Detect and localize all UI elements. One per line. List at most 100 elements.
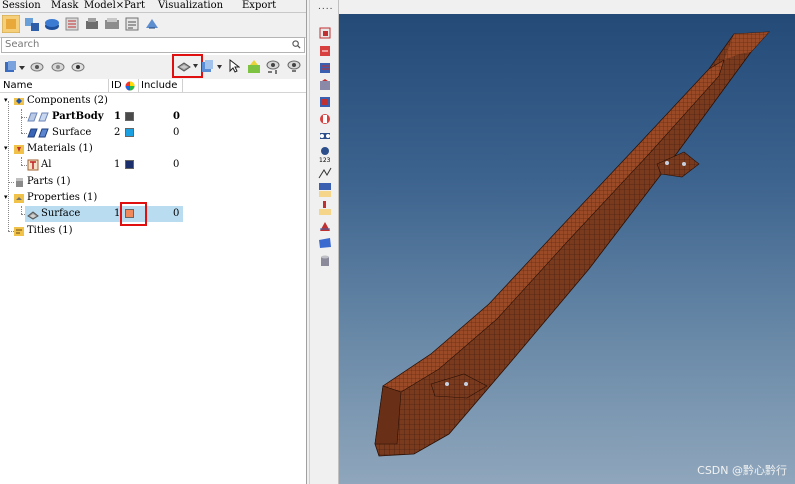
tree-node-al[interactable]: Al 1 0 (0, 157, 183, 173)
show-icon[interactable] (29, 59, 45, 75)
material-view-icon[interactable] (64, 16, 80, 32)
color-swatch[interactable] (125, 112, 134, 121)
toolbar-grip-icon[interactable]: .... (318, 2, 333, 12)
chevron-down-icon[interactable] (19, 66, 25, 70)
surface-component-icon (27, 128, 49, 138)
part-view-icon[interactable] (84, 16, 100, 32)
3d-viewport[interactable]: CSDN @黔心黔行 (339, 14, 795, 484)
tab-part[interactable]: Part (124, 0, 145, 12)
measure-icon[interactable] (318, 166, 332, 180)
tree-line (21, 206, 22, 214)
tree-node-partbody[interactable]: PartBody 1 0 (0, 109, 183, 125)
tab-model-label: Model (84, 0, 116, 11)
close-icon[interactable]: × (116, 0, 124, 11)
tree-node-label: Properties (1) (27, 192, 98, 203)
search-input[interactable]: Search (1, 37, 305, 53)
column-divider[interactable] (182, 79, 183, 92)
tab-model[interactable]: Model× (84, 0, 124, 12)
column-name[interactable]: Name (3, 79, 33, 92)
tree-node-label: Materials (1) (27, 143, 93, 154)
tree-node-components[interactable]: ▾ Components (2) (0, 93, 183, 109)
label-abc-icon[interactable] (318, 182, 332, 198)
include-view-icon[interactable] (144, 16, 160, 32)
column-divider[interactable] (108, 79, 109, 92)
cut-plane-icon[interactable] (318, 112, 332, 126)
components-icon (14, 98, 24, 105)
hide-all-icon[interactable] (286, 58, 302, 74)
tree-node-materials[interactable]: ▾ Materials (1) (0, 141, 183, 157)
node-include: 0 (173, 127, 180, 138)
node-id: 2 (114, 127, 121, 138)
node-include: 0 (173, 159, 180, 170)
numbering-icon[interactable]: 123 (318, 146, 332, 164)
column-id[interactable]: ID (111, 79, 122, 92)
solid-view-icon[interactable] (44, 16, 60, 32)
transparency-icon[interactable] (201, 59, 215, 73)
tree-node-label: Surface (41, 208, 81, 219)
tree-node-label: Parts (1) (27, 176, 71, 187)
column-divider[interactable] (138, 79, 139, 92)
chevron-down-icon[interactable] (217, 65, 222, 69)
color-swatch[interactable] (125, 160, 134, 169)
tree-node-parts[interactable]: Parts (1) (0, 174, 183, 190)
materials-icon (14, 145, 24, 154)
partbody-component-icon (27, 112, 49, 122)
transform-icon[interactable] (318, 129, 332, 143)
assembly-view-icon[interactable] (24, 16, 40, 32)
column-include[interactable]: Include (141, 79, 177, 92)
svg-text:123: 123 (319, 157, 331, 164)
collapse-icon[interactable]: ▾ (4, 96, 8, 104)
view-cube-icon[interactable] (318, 26, 332, 40)
mesh-model[interactable] (339, 14, 795, 484)
properties-icon (14, 194, 24, 203)
tree-node-label: Surface (52, 127, 92, 138)
browser-tabs: Session Mask Model× Part Visualization E… (0, 0, 306, 13)
display-all-icon[interactable] (4, 60, 18, 74)
reset-icon[interactable] (246, 59, 262, 74)
color-wheel-icon[interactable] (125, 81, 135, 91)
chevron-down-icon[interactable] (193, 64, 198, 68)
component-view-icon[interactable] (2, 15, 20, 33)
cursor-icon[interactable] (228, 59, 240, 73)
section-view-icon[interactable] (318, 95, 332, 109)
plane-icon[interactable] (318, 236, 332, 250)
color-by-icon[interactable] (177, 60, 191, 72)
hide-icon[interactable] (50, 59, 66, 75)
collapse-icon[interactable]: ▾ (4, 144, 8, 152)
tree-node-surface-property[interactable]: Surface 1 0 (25, 206, 183, 222)
parts-icon (16, 178, 23, 187)
color-swatch[interactable] (125, 128, 134, 137)
browser-toolbar-top (0, 13, 306, 38)
tab-visualization[interactable]: Visualization (158, 0, 223, 12)
isolate-icon[interactable] (70, 59, 86, 75)
property-view-icon[interactable] (104, 16, 120, 32)
show-all-icon[interactable] (265, 58, 281, 74)
front-view-icon[interactable] (318, 61, 332, 75)
model-browser-panel: Session Mask Model× Part Visualization E… (0, 0, 307, 484)
watermark: CSDN @黔心黔行 (697, 464, 787, 477)
panel-splitter[interactable] (307, 0, 314, 484)
tab-mask[interactable]: Mask (51, 0, 78, 12)
rotate-icon[interactable] (318, 44, 332, 58)
tree-node-label: Titles (1) (27, 225, 73, 236)
material-icon (27, 159, 39, 171)
tree-node-label: PartBody (52, 111, 104, 122)
annotate-icon[interactable] (318, 219, 332, 233)
node-id: 1 (114, 159, 121, 170)
tree-node-titles[interactable]: Titles (1) (0, 223, 183, 239)
property-icon (27, 211, 39, 220)
splitter-line (309, 0, 310, 484)
label-abc-red-icon[interactable] (318, 200, 332, 216)
browser-toolbar-bottom (0, 54, 306, 79)
search-placeholder: Search (5, 39, 40, 50)
tab-export[interactable]: Export (242, 0, 276, 12)
tree-header: Name ID Include (0, 79, 306, 93)
tree-node-properties[interactable]: ▾ Properties (1) (0, 190, 183, 206)
cylinder-icon[interactable] (318, 254, 332, 268)
side-view-icon[interactable] (318, 78, 332, 92)
tree-node-surface-component[interactable]: Surface 2 0 (0, 125, 183, 141)
set-view-icon[interactable] (124, 16, 140, 32)
collapse-icon[interactable]: ▾ (4, 193, 8, 201)
search-icon[interactable] (292, 40, 301, 49)
tab-session[interactable]: Session (2, 0, 41, 12)
